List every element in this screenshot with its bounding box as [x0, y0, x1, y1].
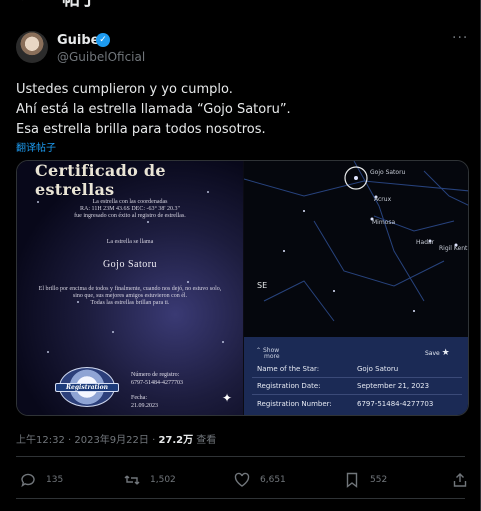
translate-link[interactable]: 翻译帖子 — [16, 139, 56, 154]
tweet-media[interactable]: Certificado de estrellas La estrella con… — [16, 160, 469, 416]
bookmark-button[interactable]: 552 — [344, 472, 387, 488]
registration-seal-text: Registration — [55, 383, 119, 392]
tweet-line: Ustedes cumplieron y yo cumplo. — [16, 82, 233, 97]
retweet-count: 1,502 — [150, 475, 176, 485]
divider — [252, 377, 462, 378]
star-label-mimosa: Mimosa — [372, 219, 396, 226]
bookmark-count: 552 — [370, 475, 388, 485]
divider — [252, 394, 462, 395]
certificate-quote: Todas las estrellas brillan para ti. — [90, 300, 170, 306]
certificate-image[interactable]: Certificado de estrellas La estrella con… — [17, 161, 243, 415]
reg-value-name: Gojo Satoru — [357, 365, 399, 373]
star-icon: ★ — [441, 348, 450, 358]
direction-label: SE — [257, 281, 268, 290]
show-more-button[interactable]: ⌃ Show more — [256, 348, 280, 360]
bookmark-icon — [346, 472, 358, 488]
reply-count: 135 — [46, 475, 64, 485]
sparkle-icon: ✦ — [222, 391, 233, 405]
registration-number-label: Número de registro: — [131, 372, 180, 378]
show-more-label: more — [264, 353, 280, 360]
star-label-acrux: Acrux — [374, 196, 392, 203]
save-label: Save — [425, 350, 440, 357]
certificate-intro: La estrella con las coordenadas — [92, 199, 168, 205]
tweet-timestamp[interactable]: 上午12:32 · 2023年9月22日 · — [16, 435, 158, 446]
arrow-left-icon[interactable]: ← — [18, 0, 33, 7]
certificate-date: 21.09.2023 — [131, 403, 158, 409]
like-count: 6,651 — [260, 475, 286, 485]
reply-icon — [21, 473, 35, 488]
divider — [16, 498, 465, 499]
registration-panel: ⌃ Show more Save ★ Name of the Star: Goj… — [244, 337, 468, 415]
date-label: Fecha: — [131, 395, 147, 401]
divider — [16, 456, 465, 457]
tweet-line: Ahí está la estrella llamada “Gojo Sator… — [16, 102, 291, 117]
registration-number: 6797-51484-4277703 — [131, 380, 183, 386]
certificate-quote: sino que, sus mejores amigos estuvieron … — [72, 293, 188, 299]
share-button[interactable] — [452, 472, 468, 488]
certificate-title: Certificado de estrellas — [35, 161, 166, 199]
top-bar: ← 帖子 — [0, 0, 481, 10]
star-map-image[interactable]: Gojo Satoru Acrux Mimosa Hadar Rigil Ken… — [244, 161, 468, 415]
reg-value-date: September 21, 2023 — [357, 382, 430, 390]
page-title: 帖子 — [62, 0, 98, 11]
constellation-lines — [244, 161, 468, 322]
tweet-meta: 上午12:32 · 2023年9月22日 · 27.2万 查看 — [16, 431, 216, 446]
certificate-coordinates: RA: 11H 23M 43.6S DEC: -63° 38' 20.3" — [80, 206, 180, 212]
more-options-icon[interactable]: ··· — [452, 30, 468, 46]
reply-button[interactable]: 135 — [20, 472, 63, 488]
retweet-button[interactable]: 1,502 — [124, 472, 176, 488]
tweet-page: ← 帖子 Guibel ✓ @GuibelOficial ··· Ustedes… — [0, 0, 481, 511]
certificate-star-name: Gojo Satoru — [102, 259, 158, 270]
avatar[interactable] — [16, 31, 48, 63]
tweet-line: Esa estrella brilla para todos nosotros. — [16, 122, 266, 137]
save-button[interactable]: Save ★ — [425, 348, 450, 358]
star-label-hadar: Hadar — [416, 239, 435, 246]
certificate-quote: El brillo por encima de todos y finalmen… — [38, 286, 222, 292]
certificate-intro: fue ingresado con éxito al registro de e… — [74, 213, 186, 219]
heart-icon — [234, 472, 250, 487]
reg-value-number: 6797-51484-4277703 — [357, 400, 434, 408]
star-label-gojo: Gojo Satoru — [370, 169, 406, 176]
retweet-icon — [124, 475, 140, 485]
reg-label-date: Registration Date: — [257, 382, 321, 390]
like-button[interactable]: 6,651 — [234, 472, 286, 488]
star-label-rigil: Rigil Kent — [439, 245, 468, 252]
reg-label-number: Registration Number: — [257, 400, 332, 408]
views-count: 27.2万 — [158, 435, 194, 446]
share-icon — [453, 473, 467, 487]
views-label: 查看 — [193, 435, 217, 446]
tweet-text: Ustedes cumplieron y yo cumplo. Ahí está… — [16, 80, 456, 140]
reg-label-name: Name of the Star: — [257, 365, 320, 373]
certificate-called: La estrella se llama — [106, 239, 154, 245]
author-handle[interactable]: @GuibelOficial — [57, 50, 145, 64]
verified-badge-icon[interactable]: ✓ — [96, 33, 110, 47]
